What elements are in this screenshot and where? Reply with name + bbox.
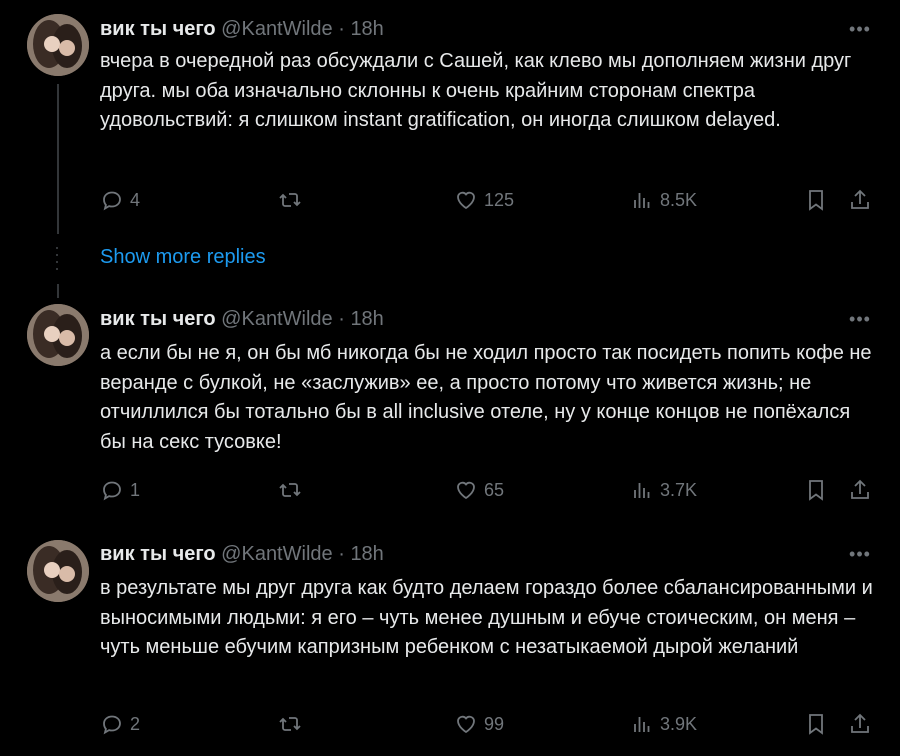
separator: · xyxy=(338,18,345,40)
like-count: 99 xyxy=(484,713,505,734)
reply-icon xyxy=(103,715,121,735)
like-count: 65 xyxy=(484,479,505,500)
avatar-image-icon xyxy=(27,304,89,366)
author-handle[interactable]: @KantWilde xyxy=(221,308,332,330)
bookmark-icon xyxy=(809,480,823,501)
bookmark-button[interactable] xyxy=(804,712,828,736)
timestamp[interactable]: 18h xyxy=(350,308,383,330)
bookmark-button[interactable] xyxy=(804,478,828,502)
retweet-button[interactable] xyxy=(278,478,302,502)
views-icon xyxy=(634,717,650,732)
action-bar: 4 125 8.5K xyxy=(100,188,880,218)
like-button[interactable]: 65 xyxy=(454,478,504,502)
heart-icon xyxy=(457,191,475,210)
share-icon xyxy=(851,713,869,733)
like-button[interactable]: 99 xyxy=(454,712,504,736)
tweet-text: вчера в очередной раз обсуждали с Сашей,… xyxy=(100,50,852,131)
show-more-replies-link[interactable]: Show more replies xyxy=(100,246,266,269)
views-count: 3.7K xyxy=(660,479,698,500)
separator: · xyxy=(338,543,345,565)
reply-count: 2 xyxy=(130,713,141,734)
retweet-icon xyxy=(279,483,301,497)
reply-icon xyxy=(103,481,121,501)
share-button[interactable] xyxy=(848,188,872,212)
bookmark-button[interactable] xyxy=(804,188,828,212)
share-button[interactable] xyxy=(848,478,872,502)
reply-count: 4 xyxy=(130,189,141,210)
separator: · xyxy=(338,308,345,330)
author-handle[interactable]: @KantWilde xyxy=(221,543,332,565)
tweet-header: вик ты чего @KantWilde · 18h xyxy=(100,308,384,331)
reply-button[interactable]: 2 xyxy=(100,712,140,736)
tweet-header: вик ты чего @KantWilde · 18h xyxy=(100,18,384,41)
action-bar: 1 65 3.7K xyxy=(100,478,880,508)
views-count: 3.9K xyxy=(660,713,698,734)
share-icon xyxy=(851,189,869,209)
author-name[interactable]: вик ты чего xyxy=(100,543,216,565)
author-handle[interactable]: @KantWilde xyxy=(221,18,332,40)
action-bar: 2 99 3.9K xyxy=(100,712,880,742)
more-icon[interactable]: ••• xyxy=(845,20,875,44)
timestamp[interactable]: 18h xyxy=(350,543,383,565)
author-name[interactable]: вик ты чего xyxy=(100,18,216,40)
views-button[interactable]: 8.5K xyxy=(630,188,697,212)
views-button[interactable]: 3.9K xyxy=(630,712,697,736)
retweet-button[interactable] xyxy=(278,188,302,212)
tweet-text: в результате мы друг друга как будто дел… xyxy=(100,577,873,658)
avatar[interactable] xyxy=(27,14,89,76)
tweet-header: вик ты чего @KantWilde · 18h xyxy=(100,543,384,566)
views-icon xyxy=(634,193,650,208)
views-icon xyxy=(634,483,650,498)
thread-line xyxy=(57,284,59,298)
author-name[interactable]: вик ты чего xyxy=(100,308,216,330)
like-button[interactable]: 125 xyxy=(454,188,514,212)
views-button[interactable]: 3.7K xyxy=(630,478,697,502)
avatar[interactable] xyxy=(27,304,89,366)
heart-icon xyxy=(457,481,475,500)
views-count: 8.5K xyxy=(660,189,698,210)
retweet-button[interactable] xyxy=(278,712,302,736)
timestamp[interactable]: 18h xyxy=(350,18,383,40)
reply-count: 1 xyxy=(130,479,141,500)
reply-button[interactable]: 1 xyxy=(100,478,140,502)
bookmark-icon xyxy=(809,190,823,211)
share-icon xyxy=(851,479,869,499)
share-button[interactable] xyxy=(848,712,872,736)
retweet-icon xyxy=(279,717,301,731)
like-count: 125 xyxy=(484,189,515,210)
reply-button[interactable]: 4 xyxy=(100,188,140,212)
more-icon[interactable]: ••• xyxy=(845,310,875,334)
avatar-image-icon xyxy=(27,540,89,602)
retweet-icon xyxy=(279,193,301,207)
reply-icon xyxy=(103,191,121,211)
bookmark-icon xyxy=(809,714,823,735)
thread-line xyxy=(57,84,59,234)
avatar-image-icon xyxy=(27,14,89,76)
more-icon[interactable]: ••• xyxy=(845,545,875,569)
avatar[interactable] xyxy=(27,540,89,602)
thread-dots xyxy=(55,247,59,275)
tweet-text: а если бы не я, он бы мб никогда бы не х… xyxy=(100,342,872,453)
heart-icon xyxy=(457,715,475,734)
